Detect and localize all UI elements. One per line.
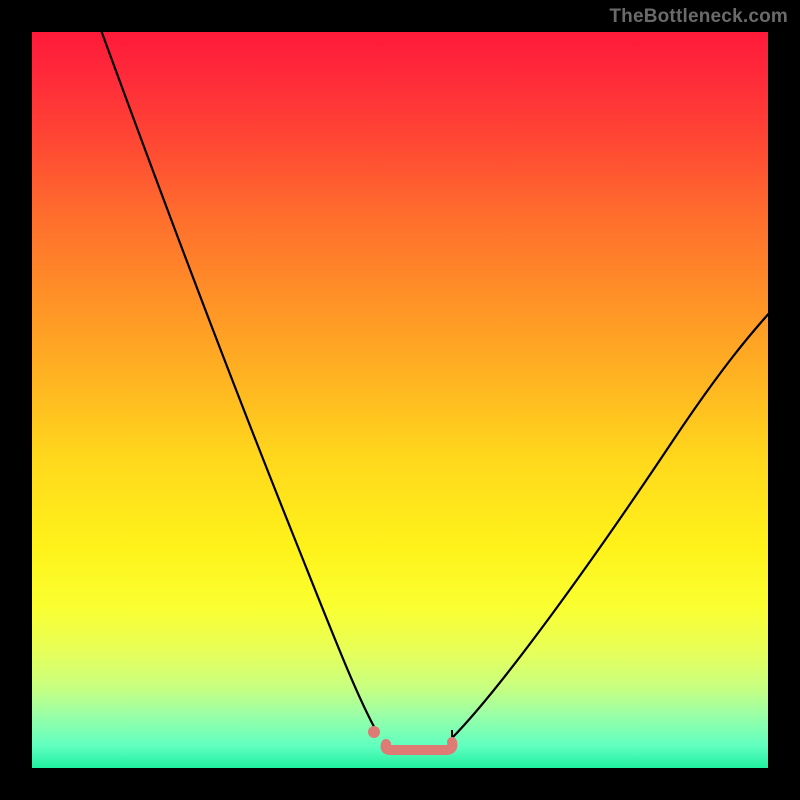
chart-svg xyxy=(32,32,768,768)
flat-bar xyxy=(386,742,453,750)
curve-left xyxy=(98,32,378,734)
curve-right xyxy=(452,310,768,738)
outer-frame: TheBottleneck.com xyxy=(0,0,800,800)
marker-dot xyxy=(368,726,380,738)
plot-area xyxy=(32,32,768,768)
attribution-text: TheBottleneck.com xyxy=(609,6,788,28)
